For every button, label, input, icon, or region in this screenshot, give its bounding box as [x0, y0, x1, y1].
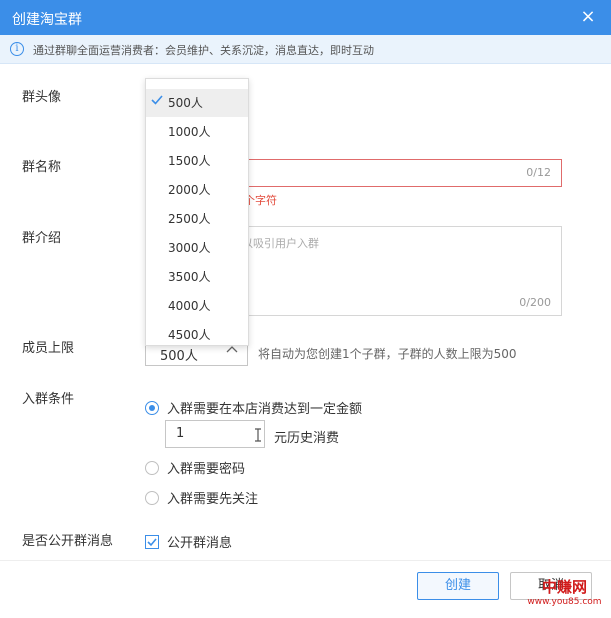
watermark-brand: 中赚网	[541, 578, 587, 596]
amount-value: 1	[176, 426, 185, 441]
condition-option-follow[interactable]: 入群需要先关注	[145, 488, 258, 507]
text-cursor-icon	[254, 428, 262, 446]
dropdown-option[interactable]: 2000人	[146, 176, 248, 204]
info-banner: i 通过群聊全面运营消费者：会员维护、关系沉淀，消息直达，即时互动	[0, 35, 611, 64]
dropdown-option-label: 4000人	[168, 299, 211, 313]
dropdown-option-label: 2000人	[168, 183, 211, 197]
dropdown-option-label: 500人	[168, 96, 203, 110]
public-checkbox-label: 公开群消息	[167, 536, 233, 551]
condition-follow-label: 入群需要先关注	[167, 492, 259, 507]
dropdown-option[interactable]: 3500人	[146, 263, 248, 291]
condition-option-password[interactable]: 入群需要密码	[145, 458, 245, 477]
check-icon	[151, 94, 163, 110]
avatar-label: 群头像	[22, 90, 62, 105]
intro-label: 群介绍	[22, 231, 62, 246]
dropdown-option[interactable]: 4000人	[146, 292, 248, 320]
public-label: 是否公开群消息	[22, 534, 114, 549]
condition-label: 入群条件	[22, 392, 75, 407]
dropdown-option-label: 1000人	[168, 125, 211, 139]
close-icon[interactable]: ×	[577, 6, 599, 28]
name-label: 群名称	[22, 160, 62, 175]
title-bar: 创建淘宝群 ×	[0, 0, 611, 35]
public-messages-option[interactable]: 公开群消息	[145, 532, 232, 551]
dropdown-option[interactable]: 1500人	[146, 147, 248, 175]
create-button[interactable]: 创建	[417, 572, 499, 600]
dropdown-option-label: 4500人	[168, 328, 211, 342]
dropdown-option[interactable]: 1000人	[146, 118, 248, 146]
limit-hint: 将自动为您创建1个子群，子群的人数上限为500	[258, 347, 517, 361]
footer-divider	[0, 560, 611, 561]
dropdown-option[interactable]: 4500人	[146, 321, 248, 349]
dropdown-option[interactable]: 2500人	[146, 205, 248, 233]
dropdown-option-label: 2500人	[168, 212, 211, 226]
dropdown-option[interactable]: 500人	[146, 89, 248, 117]
dropdown-option[interactable]: 3000人	[146, 234, 248, 262]
intro-counter: 0/200	[519, 296, 551, 309]
window-title: 创建淘宝群	[12, 12, 82, 28]
amount-input[interactable]: 1	[165, 420, 265, 448]
dropdown-option-label: 1500人	[168, 154, 211, 168]
radio-unchecked[interactable]	[145, 460, 159, 475]
condition-password-label: 入群需要密码	[167, 462, 246, 477]
name-counter: 0/12	[526, 166, 551, 179]
condition-option-amount[interactable]: 入群需要在本店消费达到一定金额	[145, 398, 362, 417]
info-text: 通过群聊全面运营消费者：会员维护、关系沉淀，消息直达，即时互动	[33, 44, 374, 57]
checkbox-checked[interactable]	[145, 534, 159, 549]
amount-unit: 元历史消费	[274, 431, 340, 446]
radio-unchecked[interactable]	[145, 490, 159, 505]
limit-label: 成员上限	[22, 341, 75, 356]
watermark-url: www.you85.com	[527, 597, 602, 607]
member-limit-dropdown: 500人 1000人 1500人 2000人 2500人 3000人 3500人…	[145, 78, 249, 346]
condition-amount-label: 入群需要在本店消费达到一定金额	[167, 402, 363, 417]
dropdown-option-label: 3500人	[168, 270, 211, 284]
info-icon: i	[10, 42, 24, 56]
dropdown-option-label: 3000人	[168, 241, 211, 255]
radio-checked[interactable]	[145, 400, 159, 415]
watermark: 中赚网 www.you85.com	[522, 578, 607, 608]
